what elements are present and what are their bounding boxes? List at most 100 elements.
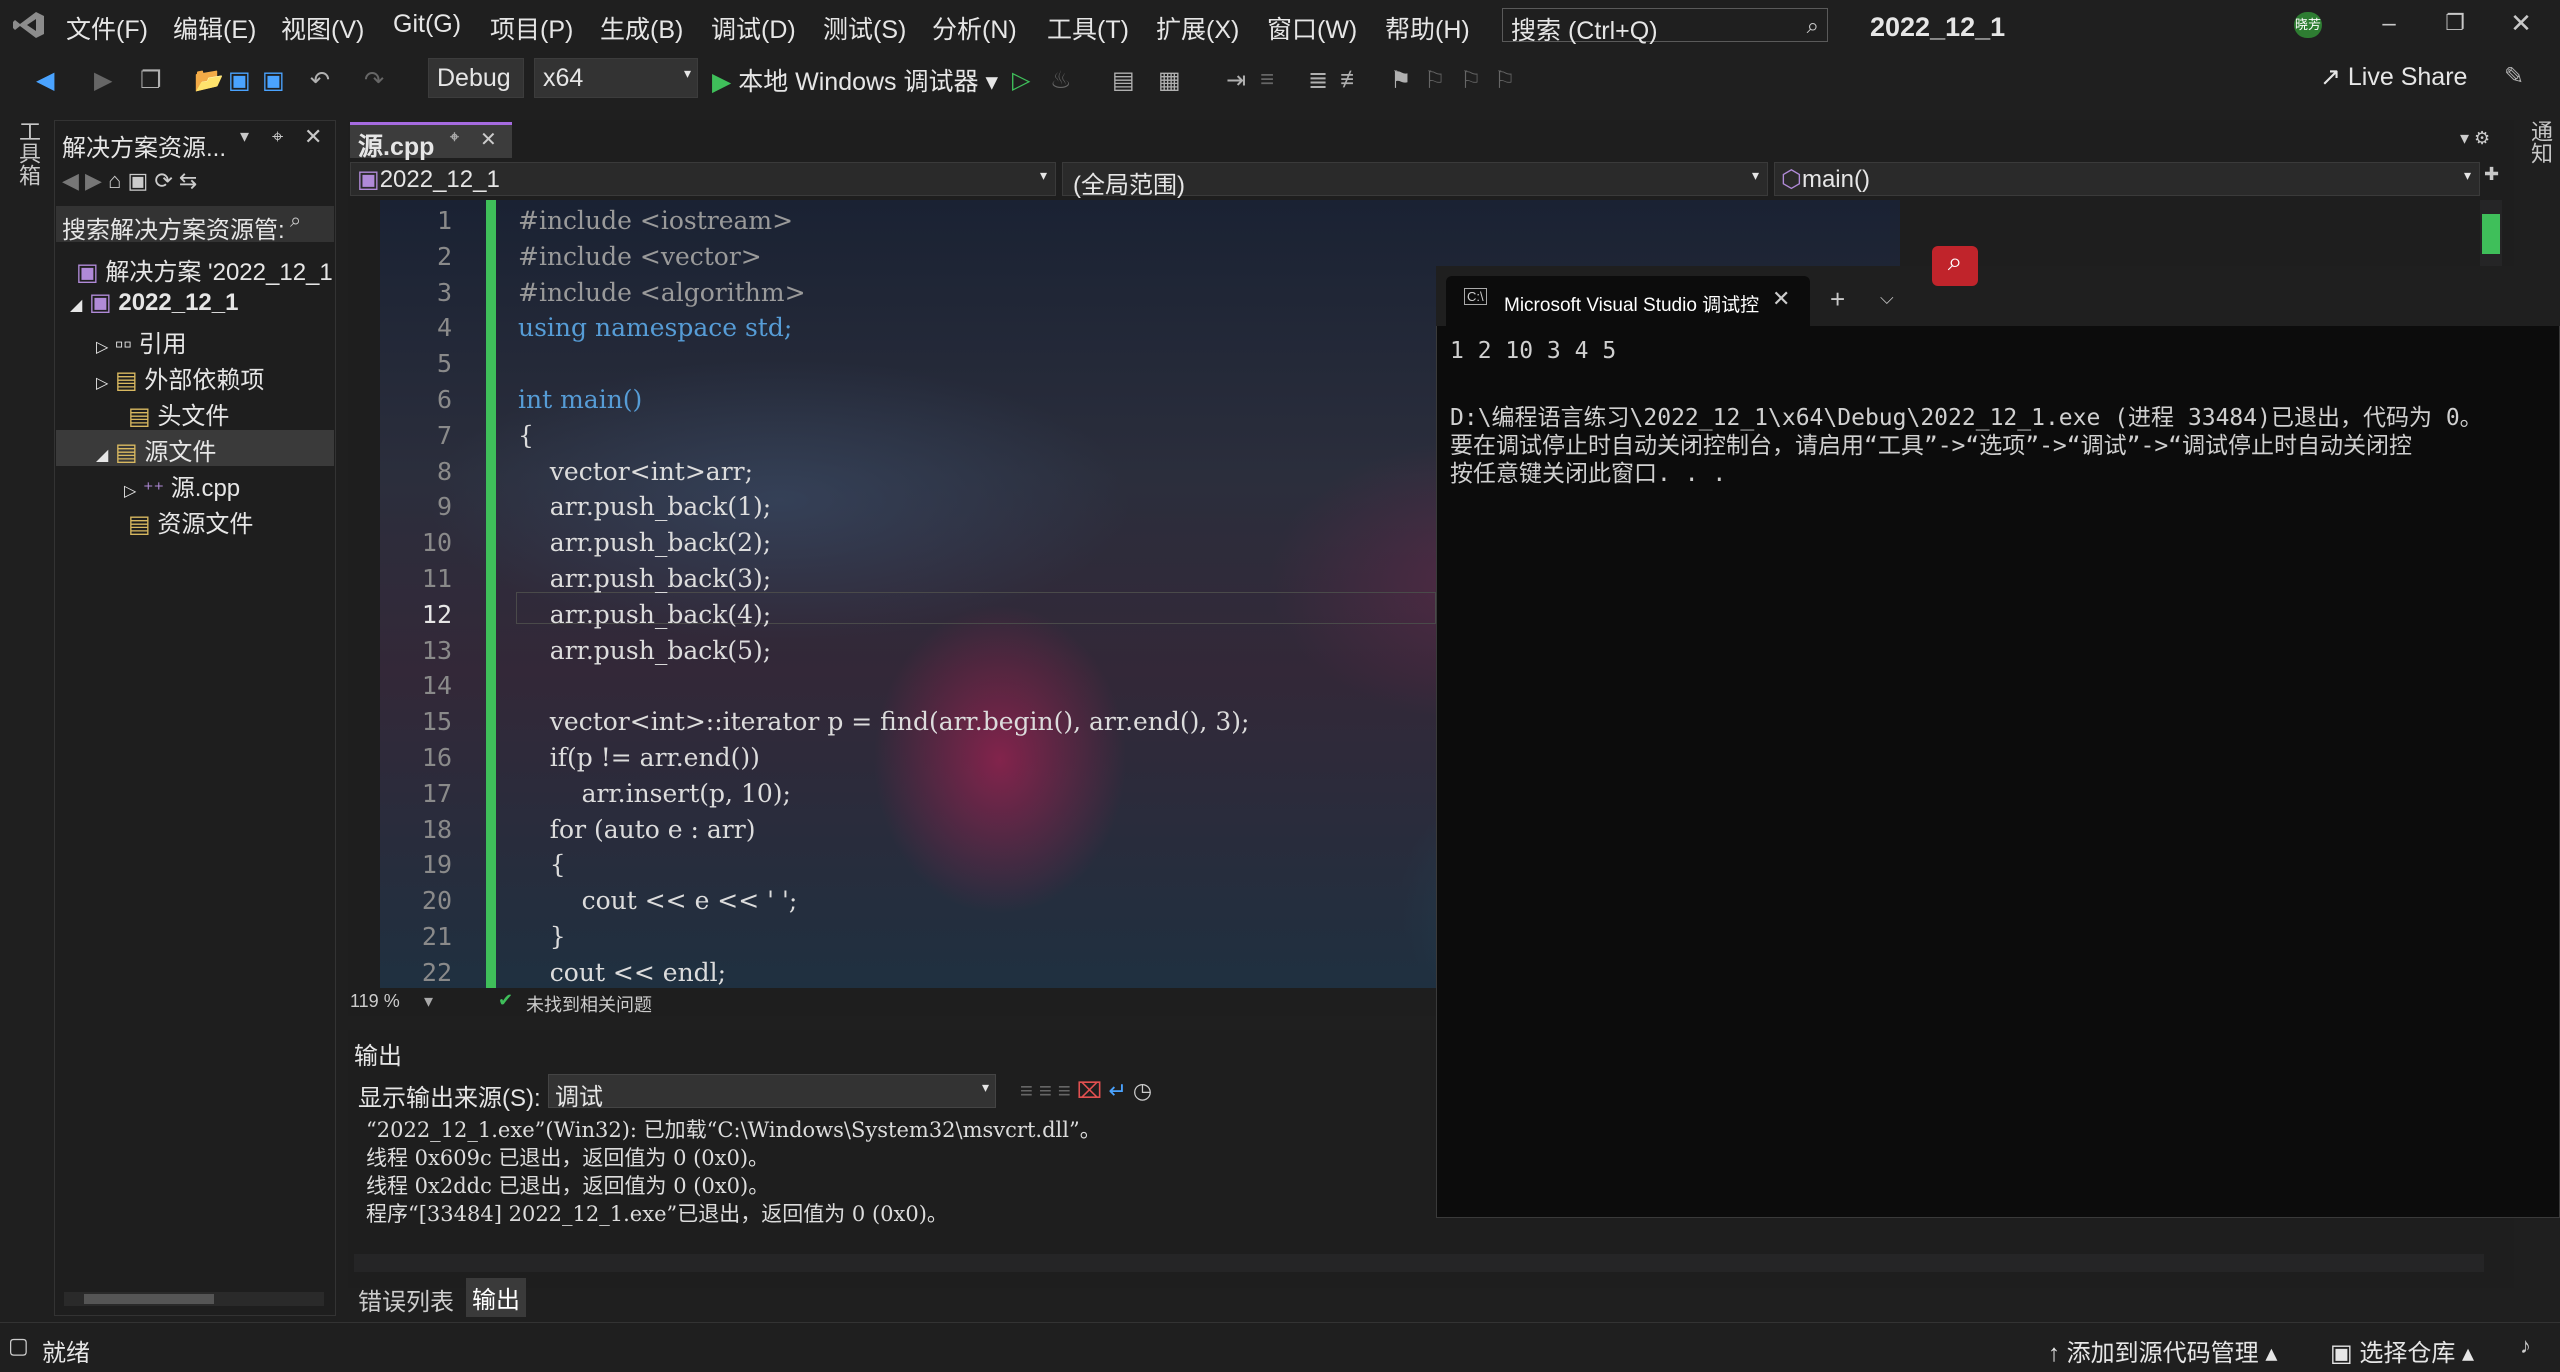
close-icon[interactable]: ✕	[2506, 8, 2536, 39]
code-line[interactable]: {	[518, 421, 534, 450]
open-folder-icon[interactable]: 📂	[194, 66, 224, 95]
undo-icon[interactable]: ↶	[310, 66, 330, 95]
code-line[interactable]: #include <iostream>	[518, 206, 793, 235]
code-line[interactable]: arr.insert(p, 10);	[518, 779, 791, 808]
nav-scope-dropdown[interactable]: (全局范围) ▾	[1062, 162, 1768, 199]
code-line[interactable]: arr.push_back(2);	[518, 528, 771, 557]
start-debugging-button[interactable]: ▶ 本地 Windows 调试器 ▾	[712, 62, 998, 98]
format-icon[interactable]: ≡	[1260, 66, 1274, 94]
tree-item-resource-files[interactable]: ▤ 资源文件	[128, 504, 253, 539]
add-to-source-control-button[interactable]: ↑ 添加到源代码管理 ▴	[2048, 1333, 2277, 1368]
tree-item-external-deps[interactable]: ▷ ▤ 外部依赖项	[96, 360, 264, 395]
issues-label[interactable]: 未找到相关问题	[526, 991, 652, 1017]
restore-icon[interactable]: ❐	[2440, 10, 2470, 36]
tree-item-source-files[interactable]: ◢ ▤ 源文件	[96, 432, 216, 467]
tab-output[interactable]: 输出	[466, 1278, 526, 1317]
menu-test[interactable]: 测试(S)	[823, 10, 906, 46]
tree-item-project[interactable]: ◢ ▣ 2022_12_1	[70, 288, 238, 317]
start-without-debug-icon[interactable]: ▷	[1012, 66, 1030, 95]
menu-git[interactable]: Git(G)	[393, 10, 461, 39]
panel-close-icon[interactable]: ✕	[304, 124, 322, 150]
code-line[interactable]: cout << e << ' ';	[518, 886, 798, 915]
uncomment-icon[interactable]: ≢	[1340, 66, 1364, 94]
code-line[interactable]: {	[518, 850, 566, 879]
dropdown-icon[interactable]: ▾	[240, 126, 249, 147]
config-select[interactable]: Debug	[428, 58, 524, 98]
console-tab[interactable]: C:\ Microsoft Visual Studio 调试控 ✕	[1446, 276, 1810, 326]
redo-icon[interactable]: ↷	[364, 66, 384, 95]
next-bookmark-icon[interactable]: ⚐	[1460, 66, 1482, 95]
tab-dropdown-icon[interactable]: ⌵	[1880, 288, 1894, 309]
code-line[interactable]: arr.push_back(4);	[518, 600, 771, 629]
menu-edit[interactable]: 编辑(E)	[173, 10, 256, 46]
back-icon[interactable]: ◀	[36, 66, 54, 95]
zoom-level[interactable]: 119 %	[350, 991, 400, 1012]
menu-tools[interactable]: 工具(T)	[1047, 10, 1129, 46]
hot-reload-icon[interactable]: ♨	[1050, 66, 1072, 95]
new-tab-icon[interactable]: +	[1830, 284, 1845, 315]
tree-item-references[interactable]: ▷ ▫▫ 引用	[96, 324, 187, 359]
code-line[interactable]: vector<int>::iterator p = find(arr.begin…	[518, 707, 1250, 736]
new-project-icon[interactable]: ❐	[140, 66, 162, 95]
output-hscrollbar[interactable]	[354, 1254, 2484, 1272]
search-box[interactable]: 搜索 (Ctrl+Q) ⌕	[1502, 8, 1828, 45]
select-repo-button[interactable]: ▣ 选择仓库 ▴	[2330, 1333, 2474, 1368]
code-line[interactable]: if(p != arr.end())	[518, 743, 760, 772]
avatar[interactable]: 晓芳	[2294, 12, 2322, 38]
menu-build[interactable]: 生成(B)	[600, 10, 683, 46]
nav-member-dropdown[interactable]: ⬡main() ▾	[1774, 162, 2480, 196]
save-all-icon[interactable]: ▣	[262, 66, 285, 95]
code-line[interactable]: arr.push_back(5);	[518, 636, 771, 665]
code-line[interactable]: }	[518, 922, 566, 951]
code-line[interactable]: #include <vector>	[518, 242, 762, 271]
menu-analyze[interactable]: 分析(N)	[932, 10, 1017, 46]
nav-project-dropdown[interactable]: ▣2022_12_1 ▾	[350, 162, 1056, 196]
code-line[interactable]: for (auto e : arr)	[518, 815, 756, 844]
code-line[interactable]: vector<int>arr;	[518, 457, 753, 486]
tree-item-header-files[interactable]: ▤ 头文件	[128, 396, 229, 431]
step-icon[interactable]: ⇥	[1226, 66, 1246, 95]
clear-all-icon[interactable]: ⌧	[1077, 1078, 1102, 1103]
code-line[interactable]: arr.push_back(1);	[518, 492, 771, 521]
prev-bookmark-icon[interactable]: ⚐	[1424, 66, 1446, 95]
se-scrollbar[interactable]	[64, 1292, 324, 1306]
feedback-icon[interactable]: ✎	[2504, 62, 2524, 91]
pin-icon[interactable]: ⌖	[450, 129, 459, 147]
code-line[interactable]: using namespace std;	[518, 313, 792, 342]
pin-icon[interactable]: ⌖	[272, 126, 283, 149]
live-share-button[interactable]: ↗ Live Share	[2320, 62, 2467, 92]
notification-bell-icon[interactable]: ♪	[2520, 1333, 2531, 1359]
minimize-icon[interactable]: –	[2374, 10, 2404, 38]
timestamp-icon[interactable]: ◷	[1133, 1078, 1152, 1103]
menu-extensions[interactable]: 扩展(X)	[1156, 10, 1239, 46]
code-line[interactable]: cout << endl;	[518, 958, 726, 987]
search-overlay-icon[interactable]: ⌕	[1932, 246, 1978, 286]
tab-overflow-icon[interactable]: ▾ ⚙	[2460, 128, 2490, 149]
forward-icon[interactable]: ▶	[94, 66, 112, 95]
platform-select[interactable]: x64 ▾	[534, 58, 698, 98]
menu-debug[interactable]: 调试(D)	[711, 10, 796, 46]
output-source-select[interactable]: 调试 ▾	[548, 1074, 996, 1111]
window-layout-icon[interactable]: ▦	[1158, 66, 1181, 95]
tab-error-list[interactable]: 错误列表	[354, 1280, 458, 1319]
tab-source-cpp[interactable]: 源.cpp ⌖ ✕	[350, 122, 512, 161]
console-tab-close-icon[interactable]: ✕	[1772, 286, 1790, 312]
clear-bookmark-icon[interactable]: ⚐	[1494, 66, 1516, 95]
split-icon[interactable]: ✚	[2484, 164, 2499, 185]
save-icon[interactable]: ▣	[228, 66, 251, 95]
code-line[interactable]: #include <algorithm>	[518, 278, 806, 307]
notifications-tab[interactable]: 通知	[2524, 120, 2556, 164]
code-line[interactable]: int main()	[518, 385, 642, 414]
code-line[interactable]: arr.push_back(3);	[518, 564, 771, 593]
word-wrap-icon[interactable]: ↵	[1108, 1078, 1126, 1103]
menu-view[interactable]: 视图(V)	[281, 10, 364, 46]
tree-item-solution[interactable]: ▣ 解决方案 '2022_12_1	[76, 252, 333, 287]
menu-help[interactable]: 帮助(H)	[1385, 10, 1470, 46]
menu-window[interactable]: 窗口(W)	[1267, 10, 1357, 46]
tree-item-source-cpp[interactable]: ▷ ⁺⁺ 源.cpp	[124, 468, 240, 503]
menu-file[interactable]: 文件(F)	[66, 10, 148, 46]
zoom-dropdown-icon[interactable]: ▾	[424, 991, 433, 1012]
comment-icon[interactable]: ≣	[1308, 66, 1328, 95]
toolbox-tab[interactable]: 工具箱	[12, 120, 44, 186]
browse-icon[interactable]: ▤	[1112, 66, 1135, 95]
